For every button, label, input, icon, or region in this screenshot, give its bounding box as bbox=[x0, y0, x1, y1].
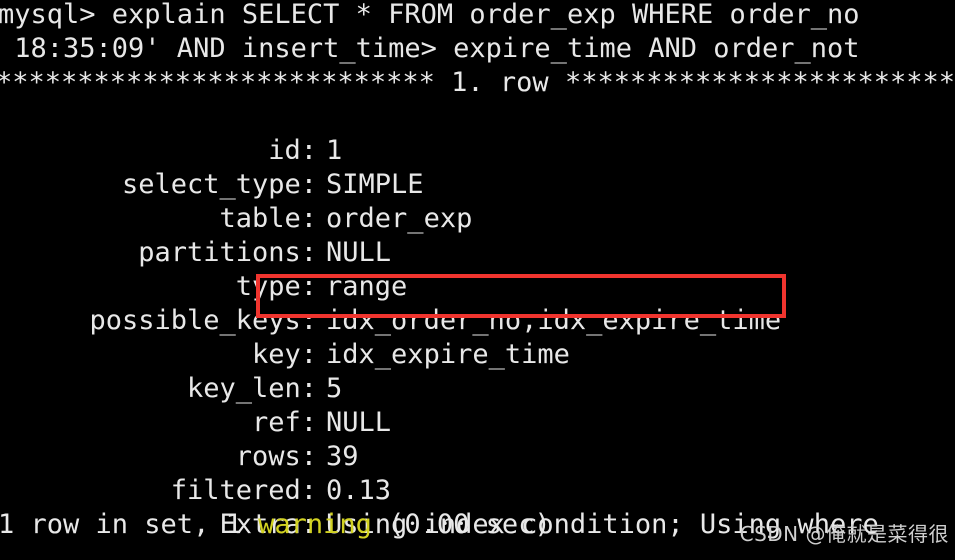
explain-field-table: table: order_exp bbox=[0, 168, 955, 234]
explain-field-extra: Extra: Using index condition; Using where bbox=[0, 474, 955, 540]
result-footer-line: 1 row in set, 1 warning (0.00 sec) bbox=[0, 508, 551, 542]
footer-suffix: (0.00 sec) bbox=[371, 509, 551, 540]
row-separator-banner: *************************** 1. row *****… bbox=[0, 67, 955, 98]
explain-field-filtered: filtered: 0.13 bbox=[0, 440, 955, 506]
explain-field-key: key: idx_expire_time bbox=[0, 304, 955, 370]
sql-command-line-1: mysql> explain SELECT * FROM order_exp W… bbox=[0, 0, 860, 30]
explain-field-select-type: select_type: SIMPLE bbox=[0, 134, 955, 200]
explain-field-ref: ref: NULL bbox=[0, 372, 955, 438]
terminal-window: mysql> explain SELECT * FROM order_exp W… bbox=[0, 0, 955, 560]
sql-command-line-2: 18:35:09' AND insert_time> expire_time A… bbox=[0, 33, 860, 64]
csdn-watermark: CSDN @俺就是菜得很 bbox=[739, 522, 949, 546]
explain-field-type: type: range bbox=[0, 236, 955, 302]
explain-field-key-len: key_len: 5 bbox=[0, 338, 955, 404]
explain-field-partitions: partitions: NULL bbox=[0, 202, 955, 268]
footer-warning-label: warning bbox=[258, 509, 372, 540]
explain-field-possible-keys: possible_keys: idx_order_no,idx_expire_ti… bbox=[0, 270, 955, 336]
explain-field-id: id: 1 bbox=[0, 100, 955, 166]
explain-field-rows: rows: 39 bbox=[0, 406, 955, 472]
footer-prefix: 1 row in set, 1 bbox=[0, 509, 259, 540]
